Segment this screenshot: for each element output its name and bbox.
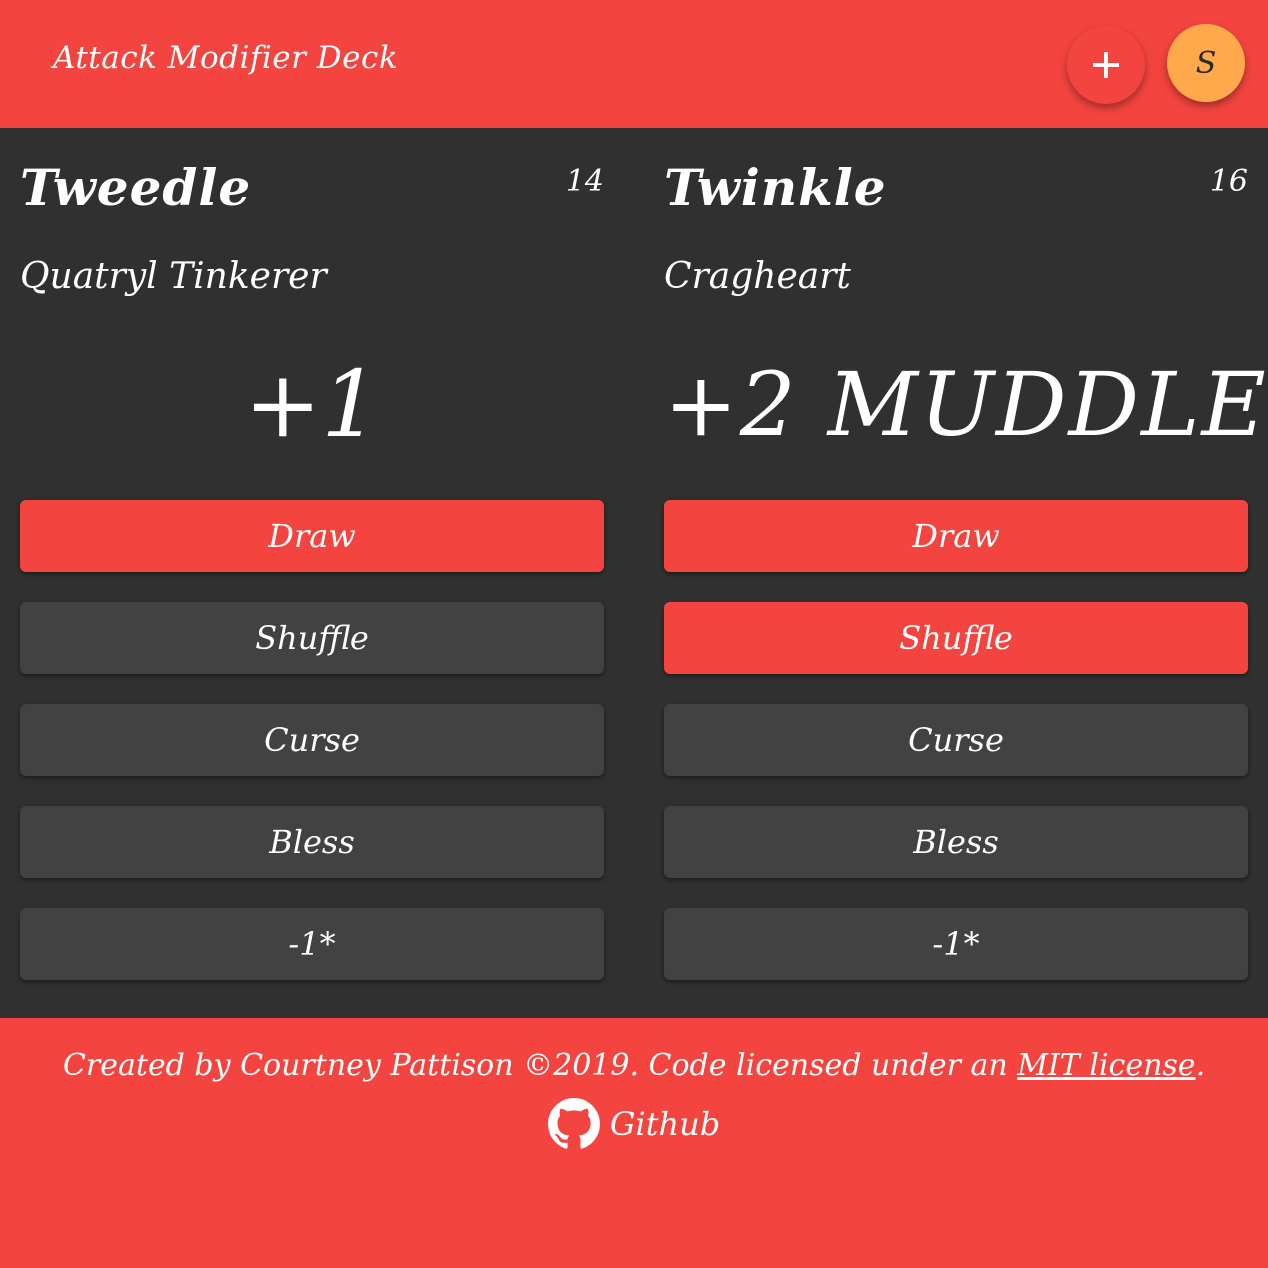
drawn-modifier-card: +2 MUDDLE: [664, 353, 1268, 456]
credit-line: Created by Courtney Pattison ©2019. Code…: [0, 1048, 1268, 1083]
shuffle-button-label: Shuffle: [255, 619, 369, 657]
bless-button-label: Bless: [913, 823, 999, 861]
drawn-modifier-card: +1: [244, 351, 380, 458]
credit-suffix: .: [1195, 1048, 1206, 1083]
github-label: Github: [609, 1105, 721, 1143]
credit-text: Created by Courtney Pattison ©2019. Code…: [62, 1048, 1018, 1083]
main-content: Tweedle 14 Quatryl Tinkerer +1 Draw Shuf…: [0, 128, 1268, 1018]
shuffle-button[interactable]: Shuffle: [20, 602, 604, 674]
draw-button-label: Draw: [912, 517, 1000, 555]
github-icon: [547, 1098, 600, 1149]
bless-button-label: Bless: [269, 823, 355, 861]
minus-one-button-label: -1*: [288, 925, 336, 963]
cards-remaining-count: 16: [1209, 164, 1248, 199]
mit-license-link[interactable]: MIT license: [1017, 1048, 1195, 1083]
draw-button[interactable]: Draw: [664, 500, 1248, 572]
github-link[interactable]: Github: [0, 1098, 1268, 1150]
deck-card: Twinkle 16 Cragheart +2 MUDDLE Draw Shuf…: [664, 128, 1268, 1018]
player-name: Tweedle: [20, 158, 252, 217]
curse-button-label: Curse: [908, 721, 1004, 759]
minus-one-button[interactable]: -1*: [20, 908, 604, 980]
player-class: Cragheart: [664, 256, 851, 297]
minus-one-button-label: -1*: [932, 925, 980, 963]
minus-one-button[interactable]: -1*: [664, 908, 1248, 980]
bless-button[interactable]: Bless: [20, 806, 604, 878]
shuffle-button[interactable]: Shuffle: [664, 602, 1248, 674]
cards-remaining-count: 14: [565, 164, 604, 199]
player-class: Quatryl Tinkerer: [20, 256, 327, 297]
bless-button[interactable]: Bless: [664, 806, 1248, 878]
draw-button-label: Draw: [268, 517, 356, 555]
shuffle-button-label: Shuffle: [899, 619, 1013, 657]
add-deck-button[interactable]: [1067, 26, 1145, 104]
curse-button-label: Curse: [264, 721, 360, 759]
app-title: Attack Modifier Deck: [53, 40, 399, 76]
plus-icon: [1093, 52, 1119, 78]
avatar-button[interactable]: S: [1167, 24, 1245, 102]
deck-card: Tweedle 14 Quatryl Tinkerer +1 Draw Shuf…: [20, 128, 604, 1018]
player-name: Twinkle: [664, 158, 887, 217]
avatar-label: S: [1195, 45, 1217, 81]
curse-button[interactable]: Curse: [20, 704, 604, 776]
app-header: Attack Modifier Deck S: [0, 0, 1268, 128]
page-footer: Created by Courtney Pattison ©2019. Code…: [0, 1018, 1268, 1268]
curse-button[interactable]: Curse: [664, 704, 1248, 776]
draw-button[interactable]: Draw: [20, 500, 604, 572]
